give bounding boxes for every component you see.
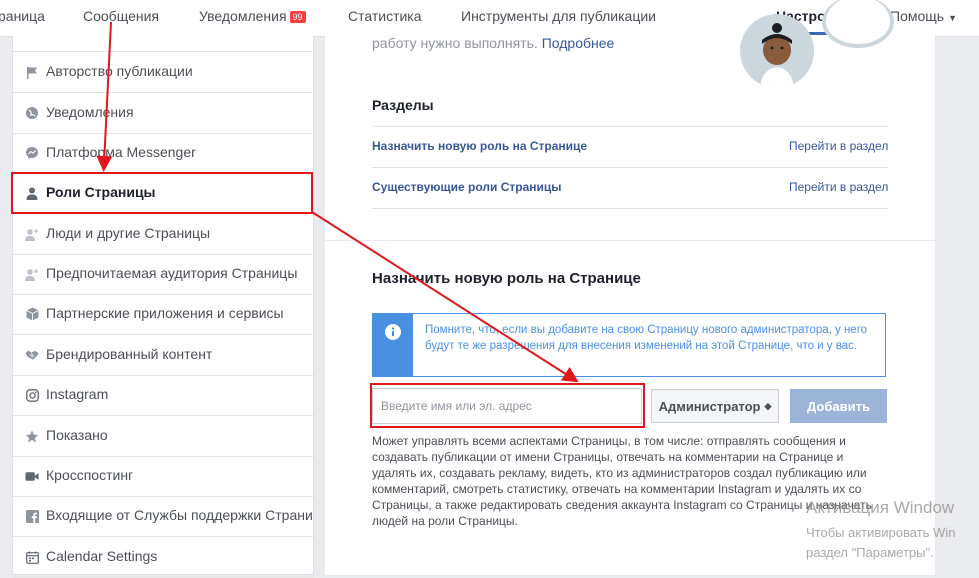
notice-bar: [373, 314, 413, 376]
sidebar-item-branded-content[interactable]: Брендированный контент: [13, 335, 313, 376]
person-add-icon: [25, 227, 39, 241]
settings-sidebar: Авторство публикации Уведомления Платфор…: [12, 36, 314, 578]
sidebar-item-label: Предпочитаемая аудитория Страницы: [46, 265, 298, 281]
activation-watermark-line1: Чтобы активировать Win: [806, 525, 956, 540]
sidebar-item-label: Авторство публикации: [46, 63, 193, 79]
cube-icon: [25, 307, 39, 321]
sidebar-item-label: Кросспостинг: [46, 467, 134, 483]
nav-messages[interactable]: Сообщения: [83, 8, 159, 24]
person-star-icon: [25, 267, 39, 281]
nav-notifications[interactable]: Уведомления 99: [199, 8, 306, 24]
sidebar-item-featured[interactable]: Показано: [13, 416, 313, 457]
handshake-icon: [25, 348, 39, 362]
globe-icon: [25, 106, 39, 120]
nav-help-label: Помощь: [890, 8, 945, 24]
sidebar-item-label: Входящие от Службы поддержки Страни: [46, 507, 313, 523]
sidebar-item-page-roles[interactable]: Роли Страницы: [13, 173, 313, 214]
sections-title: Разделы: [372, 97, 434, 113]
notifications-badge: 99: [289, 11, 306, 23]
divider: [372, 208, 888, 209]
section-link-existing-roles[interactable]: Существующие роли Страницы: [372, 180, 562, 194]
role-select-label: Администратор: [658, 398, 761, 414]
nav-statistics[interactable]: Статистика: [348, 8, 422, 24]
flag-icon: [25, 65, 39, 79]
sidebar-item-crossposting[interactable]: Кросспостинг: [13, 456, 313, 497]
sidebar-item-label: Платформа Messenger: [46, 144, 196, 160]
assign-role-title: Назначить новую роль на Странице: [372, 270, 641, 287]
person-icon: [25, 186, 39, 200]
sidebar-item-label: Люди и другие Страницы: [46, 225, 211, 241]
instagram-icon: [25, 388, 39, 402]
sidebar-item-partner-apps[interactable]: Партнерские приложения и сервисы: [13, 294, 313, 335]
divider: [372, 167, 888, 168]
intro-text: работу нужно выполнять. Подробнее: [372, 35, 614, 51]
sidebar-item-label: Calendar Settings: [46, 548, 158, 564]
facebook-icon: [25, 509, 39, 523]
activation-watermark-title: Активация Window: [806, 498, 955, 517]
nav-notifications-label: Уведомления: [199, 8, 287, 24]
messenger-icon: [25, 146, 39, 160]
info-icon: [385, 324, 401, 340]
illustration-avatar-secondary: [822, 0, 894, 48]
caret-down-icon: ▼: [948, 13, 957, 23]
sidebar-item-messenger-platform[interactable]: Платформа Messenger: [13, 133, 313, 174]
sidebar-item-label: Роли Страницы: [46, 184, 156, 200]
name-or-email-input[interactable]: [372, 388, 642, 424]
learn-more-link[interactable]: Подробнее: [542, 35, 615, 51]
sidebar-item-preferred-audience[interactable]: Предпочитаемая аудитория Страницы: [13, 254, 313, 295]
page-roles-overview: работу нужно выполнять. Подробнее Раздел…: [325, 0, 935, 240]
sort-arrows-icon: ◆: [764, 400, 772, 411]
sidebar-item-calendar-settings[interactable]: Calendar Settings: [13, 537, 313, 578]
nav-publishing-tools[interactable]: Инструменты для публикации: [461, 8, 656, 24]
notice-text: Помните, что, если вы добавите на свою С…: [425, 324, 868, 352]
nav-help[interactable]: Помощь ▼: [890, 8, 957, 24]
admin-notice: Помните, что, если вы добавите на свою С…: [372, 313, 886, 377]
add-button[interactable]: Добавить: [790, 389, 887, 423]
avatar-illustration-icon: [760, 23, 794, 88]
sidebar-item-notifications[interactable]: Уведомления: [13, 93, 313, 134]
calendar-icon: [25, 550, 39, 564]
sidebar-item-instagram[interactable]: Instagram: [13, 375, 313, 416]
nav-page[interactable]: раница: [0, 8, 45, 24]
sidebar-item-partial: [13, 36, 313, 52]
section-link-assign-role[interactable]: Назначить новую роль на Странице: [372, 139, 587, 153]
goto-section-link[interactable]: Перейти в раздел: [789, 180, 888, 194]
sidebar-item-label: Уведомления: [46, 104, 134, 120]
star-icon: [25, 429, 39, 443]
intro-text-content: работу нужно выполнять.: [372, 35, 538, 51]
sidebar-item-label: Instagram: [46, 386, 109, 402]
sidebar-item-people-and-pages[interactable]: Люди и другие Страницы: [13, 214, 313, 255]
goto-section-link[interactable]: Перейти в раздел: [789, 139, 888, 153]
activation-watermark-line2: раздел "Параметры".: [806, 545, 934, 560]
sidebar-item-post-attribution[interactable]: Авторство публикации: [13, 52, 313, 93]
sidebar-item-support-inbox[interactable]: Входящие от Службы поддержки Страни: [13, 496, 313, 537]
sidebar-item-label: Брендированный контент: [46, 346, 213, 362]
role-select[interactable]: Администратор ◆: [651, 389, 779, 423]
sidebar-item-label: Показано: [46, 427, 108, 443]
illustration-avatar: [740, 14, 814, 88]
divider: [372, 126, 888, 127]
sidebar-item-label: Партнерские приложения и сервисы: [46, 305, 284, 321]
video-camera-icon: [25, 469, 39, 483]
